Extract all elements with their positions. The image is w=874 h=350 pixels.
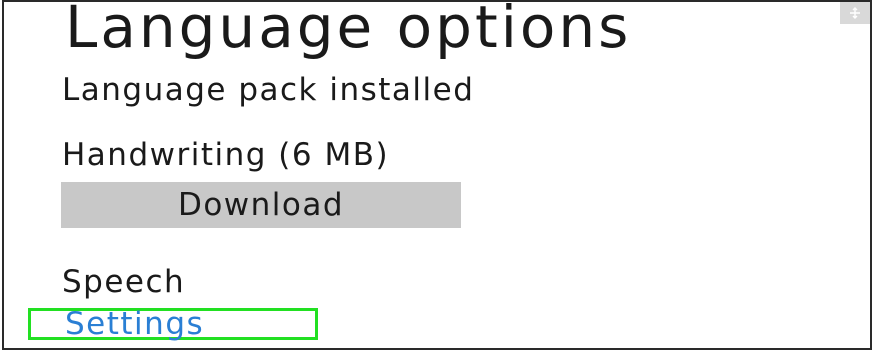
speech-settings-link[interactable]: Settings <box>28 306 318 342</box>
download-button[interactable]: Download <box>61 182 461 228</box>
speech-label: Speech <box>62 264 186 300</box>
page-title: Language options <box>65 0 632 61</box>
handwriting-label: Handwriting (6 MB) <box>62 137 390 173</box>
expand-icon[interactable] <box>840 2 870 24</box>
language-options-panel: Language options Language pack installed… <box>2 0 872 350</box>
language-pack-status: Language pack installed <box>62 72 475 108</box>
settings-link-label: Settings <box>65 306 205 342</box>
